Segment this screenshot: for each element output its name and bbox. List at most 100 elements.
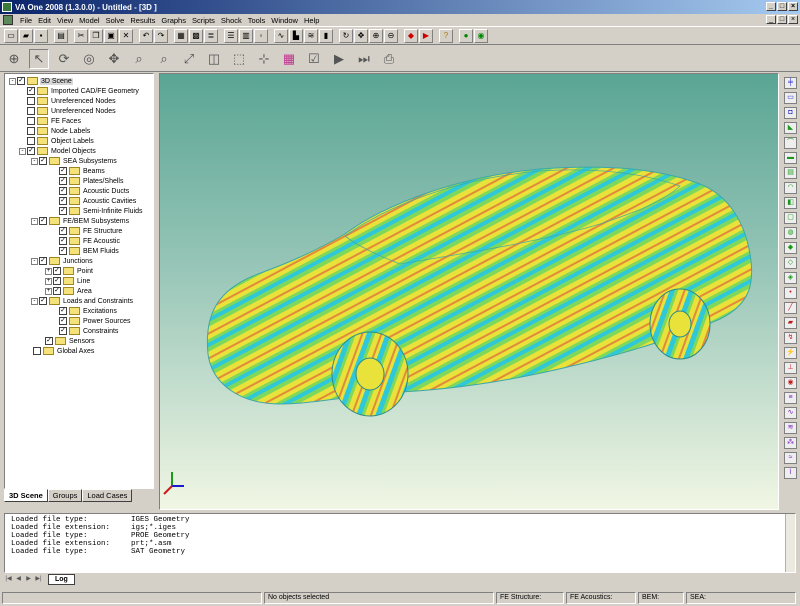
tree-item-acoustic-ducts[interactable]: ✓ Acoustic Ducts bbox=[59, 186, 130, 196]
tree-item-fe-bem-subsystems[interactable]: - ✓ FE/BEM Subsystems bbox=[31, 216, 130, 226]
curved-panel-icon[interactable]: ◠ bbox=[784, 182, 797, 194]
tree-checkbox[interactable]: ✓ bbox=[17, 77, 25, 85]
menu-graphs[interactable]: Graphs bbox=[158, 16, 189, 25]
tree-item-global-axes[interactable]: Global Axes bbox=[33, 346, 95, 356]
print-icon[interactable]: ▤ bbox=[54, 28, 68, 43]
point-junction-icon[interactable]: • bbox=[784, 287, 797, 299]
redo-icon[interactable]: ↷ bbox=[154, 28, 168, 43]
undo-icon[interactable]: ↶ bbox=[139, 28, 153, 43]
color-map-icon[interactable]: ▦ bbox=[279, 49, 299, 69]
zoom-out-icon[interactable]: ⊖ bbox=[384, 28, 398, 43]
flat-panel-icon[interactable]: ▬ bbox=[784, 152, 797, 164]
menu-tools[interactable]: Tools bbox=[245, 16, 269, 25]
tree-item-loads-constraints[interactable]: - ✓ Loads and Constraints bbox=[31, 296, 134, 306]
tree-item-node-labels[interactable]: Node Labels bbox=[27, 126, 91, 136]
cylinder-tool-icon[interactable]: ◘ bbox=[784, 107, 797, 119]
solve-icon[interactable]: ◆ bbox=[404, 28, 418, 43]
new-file-icon[interactable]: ▭ bbox=[4, 28, 18, 43]
rotate-icon[interactable]: ↻ bbox=[339, 28, 353, 43]
tab-groups[interactable]: Groups bbox=[47, 489, 83, 502]
grid-icon[interactable]: ▦ bbox=[174, 28, 188, 43]
fluid-tool-icon[interactable]: ◍ bbox=[784, 227, 797, 239]
start-icon[interactable]: ● bbox=[459, 28, 473, 43]
cut-icon[interactable]: ✂ bbox=[74, 28, 88, 43]
log-scrollbar[interactable] bbox=[785, 514, 795, 572]
save-icon[interactable]: ▪ bbox=[34, 28, 48, 43]
tree-item-object-labels[interactable]: Object Labels bbox=[27, 136, 95, 146]
next-tab-icon[interactable]: ▶ bbox=[24, 575, 33, 584]
tab-3d-scene[interactable]: 3D Scene bbox=[4, 489, 48, 502]
fit-view-icon[interactable]: ⤢ bbox=[179, 49, 199, 69]
tree-item-fe-acoustic[interactable]: ✓ FE Acoustic bbox=[59, 236, 121, 246]
export-image-icon[interactable]: ⎙ bbox=[379, 49, 399, 69]
menu-results[interactable]: Results bbox=[127, 16, 158, 25]
area-junction-icon[interactable]: ▰ bbox=[784, 317, 797, 329]
tree-item-beams[interactable]: ✓ Beams bbox=[59, 166, 106, 176]
tree-item-excitations[interactable]: ✓ Excitations bbox=[59, 306, 118, 316]
tree-item-plates-shells[interactable]: ✓ Plates/Shells bbox=[59, 176, 124, 186]
mesh-icon[interactable]: ▩ bbox=[189, 28, 203, 43]
tree-item-constraints[interactable]: ✓ Constraints bbox=[59, 326, 119, 336]
sensor-icon[interactable]: ◉ bbox=[784, 377, 797, 389]
open-folder-icon[interactable]: ▰ bbox=[19, 28, 33, 43]
fe-structure-icon[interactable]: ◆ bbox=[784, 242, 797, 254]
rotate-view-icon[interactable]: ⟳ bbox=[54, 49, 74, 69]
play-animation-icon[interactable]: ▶ bbox=[329, 49, 349, 69]
3d-viewport[interactable] bbox=[159, 73, 779, 510]
propagating-wave-icon[interactable]: ⌇ bbox=[784, 467, 797, 479]
tree-item-fe-structure[interactable]: ✓ FE Structure bbox=[59, 226, 123, 236]
cavity-tool-icon[interactable]: ▢ bbox=[784, 212, 797, 224]
mdi-minimize-button[interactable]: _ bbox=[766, 15, 776, 24]
stop-icon[interactable]: ◉ bbox=[474, 28, 488, 43]
paste-icon[interactable]: ▣ bbox=[104, 28, 118, 43]
tab-log[interactable]: Log bbox=[48, 573, 75, 585]
list-icon[interactable]: ☰ bbox=[224, 28, 238, 43]
shell-tool-icon[interactable]: ◣ bbox=[784, 122, 797, 134]
bem-fluid-icon[interactable]: ◈ bbox=[784, 272, 797, 284]
zoom-in-icon[interactable]: ⊕ bbox=[369, 28, 383, 43]
constraint-icon[interactable]: ⊥ bbox=[784, 362, 797, 374]
chart-icon[interactable]: ▙ bbox=[289, 28, 303, 43]
view-orientation-icon[interactable]: ⊕ bbox=[4, 49, 24, 69]
help-icon[interactable]: ? bbox=[439, 28, 453, 43]
tree-item-semi-infinite-fluids[interactable]: ✓ Semi-Infinite Fluids bbox=[59, 206, 144, 216]
mesh-display-icon[interactable]: ⬚ bbox=[229, 49, 249, 69]
load-case-icon[interactable]: ≡ bbox=[784, 392, 797, 404]
plot-icon[interactable]: ∿ bbox=[274, 28, 288, 43]
menu-edit[interactable]: Edit bbox=[35, 16, 54, 25]
tree-item-acoustic-cavities[interactable]: ✓ Acoustic Cavities bbox=[59, 196, 137, 206]
mdi-restore-button[interactable]: □ bbox=[777, 15, 787, 24]
tree-item-sensors[interactable]: ✓ Sensors bbox=[45, 336, 96, 346]
tree-item-fe-faces[interactable]: FE Faces bbox=[27, 116, 82, 126]
menu-shock[interactable]: Shock bbox=[218, 16, 245, 25]
node-icon[interactable]: ◦ bbox=[254, 28, 268, 43]
last-tab-icon[interactable]: ▶| bbox=[34, 575, 43, 584]
bars-icon[interactable]: ▮ bbox=[319, 28, 333, 43]
tree-item-junctions[interactable]: - ✓ Junctions bbox=[31, 256, 94, 266]
delete-icon[interactable]: ✕ bbox=[119, 28, 133, 43]
pan-view-icon[interactable]: ✥ bbox=[104, 49, 124, 69]
spin-view-icon[interactable]: ◎ bbox=[79, 49, 99, 69]
tree-item-bem-fluids[interactable]: ✓ BEM Fluids bbox=[59, 246, 120, 256]
close-button[interactable]: × bbox=[788, 2, 798, 11]
copy-icon[interactable]: ❐ bbox=[89, 28, 103, 43]
select-pointer-icon[interactable]: ↖ bbox=[29, 48, 49, 69]
maximize-button[interactable]: □ bbox=[777, 2, 787, 11]
tree-item-model-objects[interactable]: - ✓ Model Objects bbox=[19, 146, 97, 156]
wireframe-icon[interactable]: ◫ bbox=[204, 49, 224, 69]
layers-icon[interactable]: ≣ bbox=[204, 28, 218, 43]
tree-item-unreferenced-nodes-2[interactable]: Unreferenced Nodes bbox=[27, 106, 117, 116]
tree-item-unreferenced-nodes[interactable]: Unreferenced Nodes bbox=[27, 96, 117, 106]
menu-model[interactable]: Model bbox=[76, 16, 102, 25]
axes-icon[interactable]: ⊹ bbox=[254, 49, 274, 69]
excitation-icon[interactable]: ↯ bbox=[784, 332, 797, 344]
menu-scripts[interactable]: Scripts bbox=[189, 16, 218, 25]
diffuse-field-icon[interactable]: ⁂ bbox=[784, 437, 797, 449]
document-icon[interactable] bbox=[3, 15, 13, 25]
menu-solve[interactable]: Solve bbox=[103, 16, 128, 25]
power-source-icon[interactable]: ⚡ bbox=[784, 347, 797, 359]
ribbed-panel-icon[interactable]: ▤ bbox=[784, 167, 797, 179]
fe-acoustic-icon[interactable]: ◇ bbox=[784, 257, 797, 269]
spectrum-tool-icon[interactable]: ∿ bbox=[784, 407, 797, 419]
tree-item-area[interactable]: + ✓ Area bbox=[45, 286, 93, 296]
